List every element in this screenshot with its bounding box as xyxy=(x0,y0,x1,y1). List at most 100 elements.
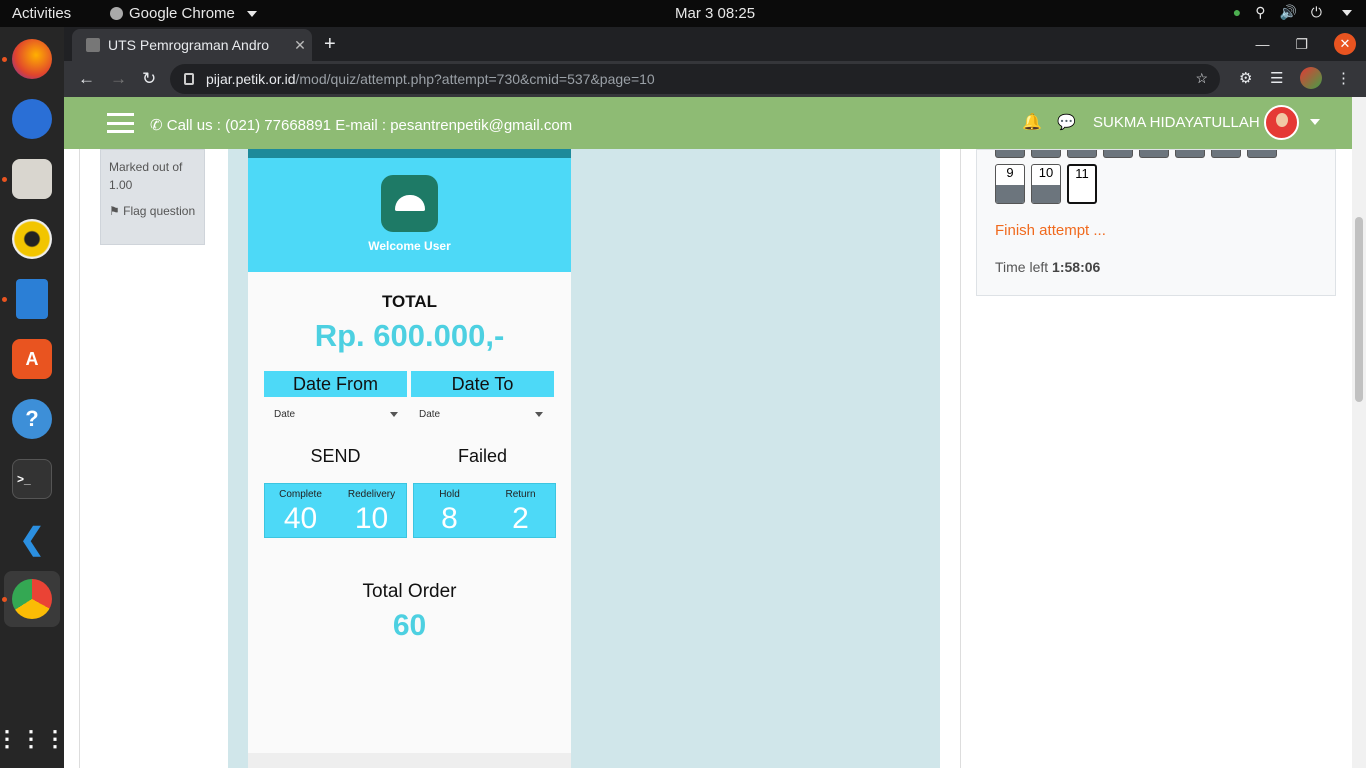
chat-icon[interactable]: 💬 xyxy=(1057,113,1076,131)
stat-complete: Complete 40 xyxy=(265,484,336,536)
new-tab-button[interactable]: + xyxy=(324,33,336,56)
user-name[interactable]: SUKMA HIDAYATULLAH xyxy=(1093,114,1260,131)
question-button[interactable] xyxy=(1247,150,1277,158)
flag-question-link[interactable]: ⚑ Flag question xyxy=(109,202,196,220)
date-from-select: Date xyxy=(274,409,402,420)
app-screenshot: Welcome User TOTAL Rp. 600.000,- Date Fr… xyxy=(248,149,571,768)
maximize-button[interactable]: ❐ xyxy=(1295,36,1308,53)
avatar[interactable] xyxy=(1264,105,1299,140)
activities-button[interactable]: Activities xyxy=(12,5,71,22)
browser-toolbar: ← → ↻ pijar.petik.or.id/mod/quiz/attempt… xyxy=(64,61,1366,97)
dock-help[interactable]: ? xyxy=(4,391,60,447)
question-button[interactable] xyxy=(1103,150,1133,158)
chevron-down-icon[interactable] xyxy=(1310,119,1320,125)
failed-stats: Hold 8 Return 2 xyxy=(413,483,556,538)
reload-button[interactable]: ↻ xyxy=(142,69,156,89)
dock-files[interactable] xyxy=(2,151,60,207)
minimize-button[interactable]: — xyxy=(1255,36,1269,52)
clock[interactable]: Mar 3 08:25 xyxy=(675,5,755,22)
dock-firefox[interactable] xyxy=(2,31,60,87)
bell-icon[interactable]: 🔔 xyxy=(1022,112,1042,132)
lock-icon xyxy=(184,73,194,85)
finish-attempt-link[interactable]: Finish attempt ... xyxy=(995,222,1106,239)
grid-icon: ⋮⋮⋮ xyxy=(0,726,68,751)
question-button-10[interactable]: 10 xyxy=(1031,164,1061,204)
show-apps-button[interactable]: ⋮⋮⋮ xyxy=(0,711,68,767)
divider xyxy=(960,149,961,768)
dropdown-arrow-icon xyxy=(535,412,543,417)
date-to-header: Date To xyxy=(411,371,554,397)
answered-indicator xyxy=(996,185,1024,203)
url-host: pijar.petik.or.id xyxy=(206,71,296,87)
question-button[interactable] xyxy=(1139,150,1169,158)
question-button[interactable] xyxy=(995,150,1025,158)
total-value: Rp. 600.000,- xyxy=(314,318,505,353)
quiz-navigation: 9 10 11 Finish attempt ... Time left 1:5… xyxy=(976,149,1336,296)
back-button[interactable]: ← xyxy=(78,69,95,89)
dock-rhythmbox[interactable] xyxy=(4,211,60,267)
profile-avatar[interactable] xyxy=(1300,67,1322,89)
more-menu-icon[interactable]: ⋮ xyxy=(1336,69,1351,87)
date-from-value: Date xyxy=(274,409,296,420)
flag-icon: ⚑ xyxy=(109,204,120,218)
stat-value: 40 xyxy=(283,502,318,535)
failed-title: Failed xyxy=(457,446,508,466)
system-tray[interactable]: ● ⚲ 🔊 ⏻ xyxy=(1233,4,1352,21)
stat-return: Return 2 xyxy=(485,484,556,536)
scrollbar-thumb[interactable] xyxy=(1355,217,1363,402)
contact-text: Call us : (021) 77668891 E-mail : pesant… xyxy=(166,117,573,134)
bookmark-star-icon[interactable]: ☆ xyxy=(1195,70,1208,87)
vscode-icon: ❮ xyxy=(19,522,45,556)
question-button[interactable] xyxy=(1067,150,1097,158)
stat-redelivery: Redelivery 10 xyxy=(336,484,407,536)
software-center-icon: A xyxy=(12,339,52,379)
question-number: 10 xyxy=(1038,165,1054,180)
question-buttons-partial xyxy=(995,150,1277,158)
question-button-9[interactable]: 9 xyxy=(995,164,1025,204)
time-left: Time left 1:58:06 xyxy=(995,259,1100,275)
phone-icon: ✆ xyxy=(150,117,163,134)
address-bar[interactable]: pijar.petik.or.id/mod/quiz/attempt.php?a… xyxy=(170,64,1220,94)
volume-icon: 🔊 xyxy=(1279,4,1297,20)
chevron-down-icon xyxy=(246,10,257,17)
stat-label: Return xyxy=(505,489,536,500)
browser-tab[interactable]: UTS Pemrograman Andro ✕ xyxy=(72,29,312,61)
dock-chrome[interactable] xyxy=(2,571,60,627)
firefox-icon xyxy=(12,39,52,79)
question-button[interactable] xyxy=(1175,150,1205,158)
stat-label: Redelivery xyxy=(347,489,396,500)
app-menu[interactable]: Google Chrome xyxy=(110,5,257,22)
dropdown-arrow-icon xyxy=(390,412,398,417)
web-page: Marked out of 1.00 ⚑ Flag question Welco… xyxy=(64,97,1352,768)
dock-writer[interactable] xyxy=(2,271,60,327)
chrome-icon xyxy=(12,579,52,619)
question-number: 11 xyxy=(1075,166,1089,181)
media-control-icon[interactable]: ☰ xyxy=(1270,69,1283,87)
stat-hold: Hold 8 xyxy=(414,484,485,536)
question-button[interactable] xyxy=(1031,150,1061,158)
dock-terminal[interactable]: >_ xyxy=(4,451,60,507)
menu-toggle-button[interactable] xyxy=(107,113,134,133)
welcome-text: Welcome User xyxy=(368,239,451,253)
terminal-icon: >_ xyxy=(12,459,52,499)
tab-title: UTS Pemrograman Andro xyxy=(108,37,270,53)
dock-thunderbird[interactable] xyxy=(4,91,60,147)
window-close-button[interactable]: ✕ xyxy=(1334,33,1356,55)
page-scrollbar[interactable] xyxy=(1352,97,1366,768)
extensions-icon[interactable]: ⚙ xyxy=(1239,69,1252,87)
dock-vscode[interactable]: ❮ xyxy=(4,511,60,567)
close-icon[interactable]: ✕ xyxy=(288,37,312,54)
dock-software[interactable]: A xyxy=(4,331,60,387)
question-number: 9 xyxy=(1006,165,1014,180)
system-top-bar: Activities Google Chrome Mar 3 08:25 ● ⚲… xyxy=(0,0,1366,27)
url-path: /mod/quiz/attempt.php?attempt=730&cmid=5… xyxy=(295,71,655,87)
question-button-11[interactable]: 11 xyxy=(1067,164,1097,204)
flag-label: Flag question xyxy=(123,204,196,218)
total-label: TOTAL xyxy=(381,292,438,311)
question-button[interactable] xyxy=(1211,150,1241,158)
stat-label: Complete xyxy=(279,489,322,500)
rhythmbox-icon xyxy=(12,219,52,259)
question-info: Marked out of 1.00 ⚑ Flag question xyxy=(100,149,205,245)
files-icon xyxy=(12,159,52,199)
forward-button[interactable]: → xyxy=(110,69,127,89)
